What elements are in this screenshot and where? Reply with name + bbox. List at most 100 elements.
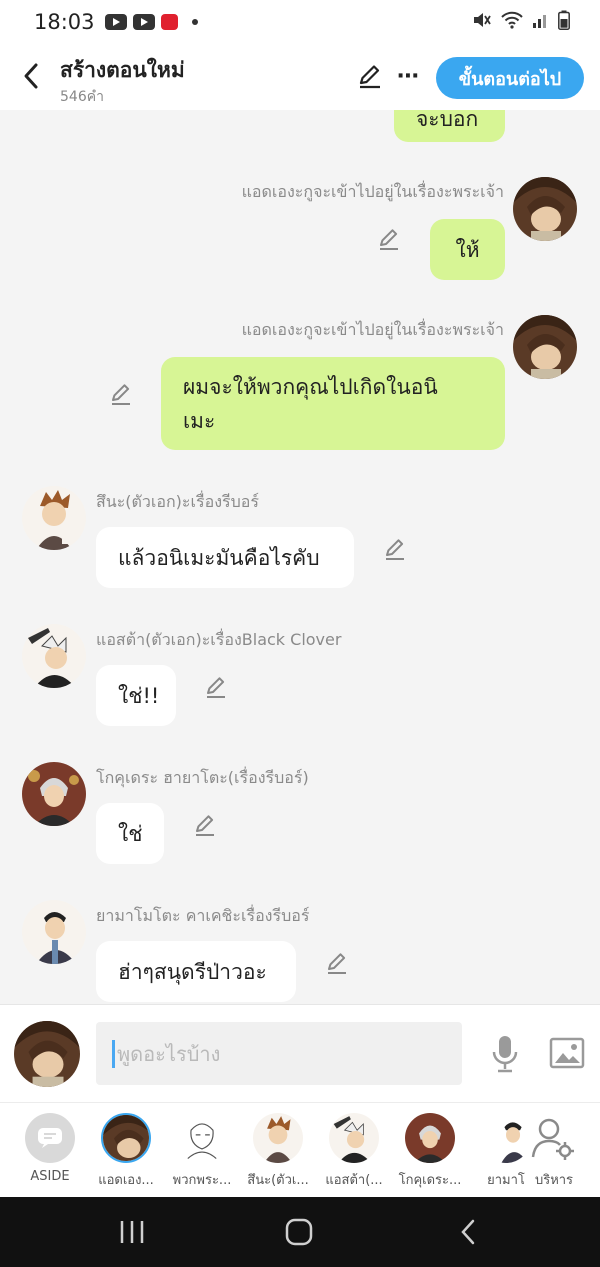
message-text-line: เมะ [183, 408, 216, 433]
edit-message-button[interactable] [201, 672, 231, 702]
youtube-icon [104, 14, 127, 30]
speaker-name: แอดเองะกูจะเข้าไปอยู่ในเรื่องะพระเจ้า [241, 320, 504, 339]
message-bubble[interactable]: แล้วอนิเมะมันคือไรคับ [96, 527, 354, 588]
speaker-name: โกคุเดระ ฮายาโตะ(เรื่องรีบอร์) [96, 768, 309, 787]
speaker-name: แอดเองะกูจะเข้าไปอยู่ในเรื่องะพระเจ้า [241, 182, 504, 201]
avatar[interactable] [22, 762, 86, 826]
avatar-image [22, 900, 86, 964]
avatar [329, 1113, 379, 1163]
composer: พูดอะไรบ้าง [0, 1004, 600, 1102]
pencil-icon [112, 384, 130, 405]
character-label: ASIDE [30, 1169, 70, 1184]
recent-apps-button[interactable] [114, 1214, 150, 1250]
avatar-image [22, 486, 86, 550]
status-icons [472, 10, 570, 30]
message-text: ใช่ [118, 821, 143, 846]
avatar-image [513, 315, 577, 379]
chat-bubble-icon [25, 1113, 75, 1163]
recent-apps-icon [120, 1221, 144, 1243]
avatar [253, 1113, 303, 1163]
message-bubble[interactable]: ใช่!! [96, 665, 176, 726]
message-text-line: ผมจะให้พวกคุณไปเกิดในอนิ [183, 374, 438, 399]
edit-message-button[interactable] [106, 379, 136, 409]
message-text: จะบอก [416, 110, 479, 131]
character-item[interactable]: แอดเอง... [88, 1111, 164, 1191]
character-label: แอสต้า(... [325, 1173, 383, 1188]
manage-characters-button[interactable]: บริหาร [516, 1111, 592, 1191]
message-text: ฮ่าๆสนุดรีป่าวอะ [118, 959, 267, 984]
character-item[interactable]: แอสต้า(... [316, 1111, 392, 1191]
message-text: ใช่!! [118, 683, 160, 708]
system-navigation-bar [0, 1197, 600, 1267]
message-bubble[interactable]: ใช่ [96, 803, 164, 864]
avatar-image [14, 1021, 80, 1087]
character-item[interactable]: สึนะ(ตัวเ... [240, 1111, 316, 1191]
message-text: ให้ [455, 237, 480, 262]
chevron-left-icon [24, 63, 38, 89]
avatar[interactable] [513, 315, 577, 379]
manage-user-icon [529, 1113, 579, 1163]
edit-message-button[interactable] [380, 534, 410, 564]
pencil-icon [359, 65, 380, 89]
message-input[interactable]: พูดอะไรบ้าง [96, 1022, 462, 1085]
status-bar: 18:03 [0, 0, 600, 44]
app-header: สร้างตอนใหม่ 546คำ ⋯ ขั้นตอนต่อไป [0, 44, 600, 110]
character-label: โกคุเดระ... [398, 1173, 462, 1188]
avatar[interactable] [22, 900, 86, 964]
system-back-button[interactable] [450, 1214, 486, 1250]
avatar-image [22, 624, 86, 688]
message-bubble[interactable]: ให้ [430, 219, 505, 280]
speaker-name: แอสต้า(ตัวเอก)ะเรื่องBlack Clover [96, 630, 342, 649]
message-bubble[interactable]: ฮ่าๆสนุดรีป่าวอะ [96, 941, 296, 1002]
wifi-icon [501, 11, 523, 29]
text-caret [112, 1039, 115, 1068]
pencil-icon [207, 677, 225, 698]
mute-icon [474, 13, 491, 27]
back-button[interactable] [16, 58, 46, 94]
avatar [405, 1113, 455, 1163]
more-options-button[interactable]: ⋯ [392, 60, 424, 92]
avatar[interactable] [22, 624, 86, 688]
avatar-image [513, 177, 577, 241]
app-c-icon [160, 14, 178, 30]
character-label: สึนะ(ตัวเ... [247, 1173, 309, 1188]
current-speaker-avatar[interactable] [14, 1021, 80, 1087]
youtube-icon [132, 14, 155, 30]
pencil-icon [386, 539, 404, 560]
pencil-icon [196, 815, 214, 836]
edit-message-button[interactable] [374, 224, 404, 254]
message-text: แล้วอนิเมะมันคือไรคับ [118, 545, 320, 570]
status-time: 18:03 [34, 10, 95, 34]
dot-icon [191, 19, 198, 25]
insert-image-button[interactable] [548, 1035, 586, 1071]
chat-area[interactable]: จะบอก แอดเองะกูจะเข้าไปอยู่ในเรื่องะพระเ… [0, 110, 600, 1004]
edit-message-button[interactable] [322, 948, 352, 978]
message-bubble[interactable]: ผมจะให้พวกคุณไปเกิดในอนิ เมะ [161, 357, 505, 450]
avatar[interactable] [22, 486, 86, 550]
image-icon [549, 1037, 585, 1069]
character-item[interactable]: พวกพระ... [164, 1111, 240, 1191]
avatar [177, 1113, 227, 1163]
word-count: 546คำ [60, 89, 104, 105]
page-title: สร้างตอนใหม่ [60, 58, 185, 82]
avatar-image [22, 762, 86, 826]
character-label: แอดเอง... [98, 1173, 154, 1188]
character-item[interactable]: โกคุเดระ... [392, 1111, 468, 1191]
speaker-name: สึนะ(ตัวเอก)ะเรื่องรีบอร์ [96, 492, 259, 511]
message-bubble[interactable]: จะบอก [394, 110, 505, 142]
character-label: บริหาร [534, 1173, 574, 1188]
back-arrow-icon [461, 1219, 475, 1245]
speaker-name: ยามาโมโตะ คาเคชิะเรื่องรีบอร์ [96, 906, 310, 925]
character-aside[interactable]: ASIDE [12, 1111, 88, 1191]
home-button[interactable] [281, 1214, 317, 1250]
microphone-icon [492, 1036, 518, 1073]
avatar[interactable] [513, 177, 577, 241]
home-icon [285, 1218, 313, 1246]
input-placeholder: พูดอะไรบ้าง [117, 1041, 221, 1066]
pencil-icon [380, 229, 398, 250]
edit-title-button[interactable] [354, 60, 386, 92]
character-selector: ASIDE แอดเอง... พวกพระ... สึนะ(ตัวเ... แ… [0, 1102, 600, 1197]
voice-button[interactable] [488, 1032, 522, 1076]
next-step-button[interactable]: ขั้นตอนต่อไป [436, 57, 584, 99]
edit-message-button[interactable] [190, 810, 220, 840]
